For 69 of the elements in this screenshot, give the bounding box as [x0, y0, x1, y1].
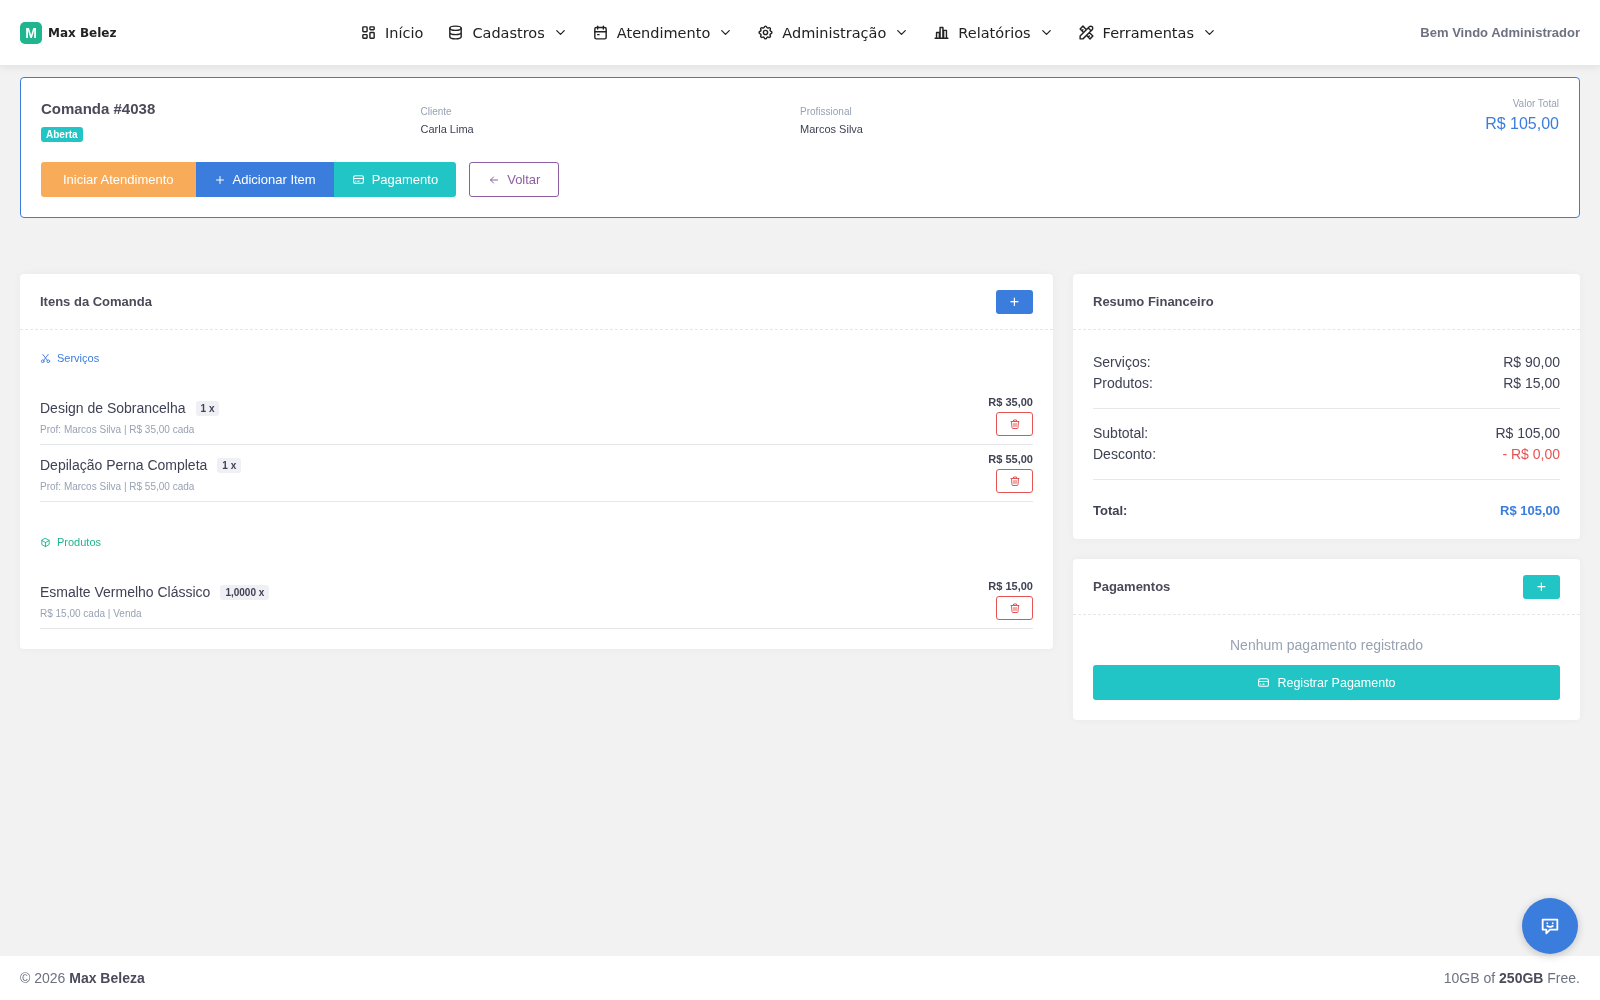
add-item-button[interactable]: +	[996, 289, 1033, 314]
summary-value: R$ 90,00	[1503, 353, 1560, 372]
nav-item[interactable]: Atendimento	[591, 24, 734, 41]
nav-item[interactable]: Administração	[757, 24, 910, 41]
chat-button[interactable]	[1522, 898, 1578, 954]
nav-item[interactable]: Cadastros	[447, 24, 568, 41]
status-badge: Aberta	[41, 127, 83, 142]
credit-card-icon	[351, 173, 365, 186]
professional-label: Profissional	[800, 106, 853, 117]
welcome-text: Bem Vindo Administrador	[1420, 25, 1580, 40]
nav-item[interactable]: Ferramentas	[1077, 24, 1217, 41]
empty-message: Nenhum pagamento registrado	[1229, 636, 1424, 655]
logo[interactable]: M	[20, 21, 42, 44]
trash-icon	[1008, 475, 1021, 487]
item-detail: R$ 15,00 cada | Venda	[40, 608, 143, 619]
quantity-badge: 1 x	[217, 457, 242, 473]
copyright-text: © 2026 Max Beleza	[20, 970, 145, 986]
scissors-icon	[40, 352, 51, 364]
trash-icon	[1008, 602, 1021, 614]
order-title: Comanda #4038	[41, 100, 157, 117]
plus-icon	[213, 173, 226, 186]
item-price: R$ 15,00	[988, 580, 1033, 592]
item-detail: Prof: Marcos Silva | R$ 35,00 cada	[40, 424, 196, 435]
credit-card-icon	[1257, 676, 1271, 689]
box-icon	[40, 536, 51, 548]
tools-icon	[1077, 24, 1095, 41]
calendar-icon	[591, 24, 609, 41]
client-name: Carla Lima	[420, 123, 475, 135]
summary-label: Serviços:	[1093, 353, 1151, 372]
item-detail: Prof: Marcos Silva | R$ 55,00 cada	[40, 481, 196, 492]
card-title: Itens da Comanda	[40, 294, 152, 309]
summary-label: Desconto:	[1093, 445, 1157, 464]
section-title: Serviços	[57, 352, 100, 364]
summary-label: Subtotal:	[1093, 424, 1149, 443]
summary-value: R$ 15,00	[1503, 374, 1560, 393]
add-button[interactable]: Adicionar Item	[195, 162, 334, 197]
card-title: Resumo Financeiro	[1093, 294, 1214, 309]
item-name: Esmalte Vermelho Clássico	[40, 584, 211, 600]
delete-button[interactable]	[996, 596, 1033, 620]
client-label: Cliente	[420, 106, 453, 117]
item-name: Design de Sobrancelha	[40, 400, 186, 416]
grid-icon	[360, 24, 377, 41]
item-name: Depilação Perna Completa	[40, 457, 208, 473]
card-title: Pagamentos	[1093, 579, 1171, 594]
summary-label: Total:	[1093, 502, 1128, 520]
total-value: R$ 105,00	[1484, 115, 1559, 133]
gear-icon	[757, 24, 775, 41]
database-icon	[447, 24, 465, 41]
professional-name: Marcos Silva	[800, 123, 864, 135]
quantity-badge: 1,0000 x	[220, 584, 270, 600]
summary-value: R$ 105,00	[1495, 424, 1560, 443]
bar-chart-icon	[933, 24, 951, 41]
summary-value: R$ 105,00	[1500, 502, 1560, 520]
item-price: R$ 35,00	[988, 396, 1033, 408]
back-button[interactable]: Voltar	[469, 162, 560, 197]
section-title: Produtos	[57, 536, 102, 548]
trash-icon	[1008, 418, 1021, 430]
item-price: R$ 55,00	[988, 453, 1033, 465]
summary-label: Produtos:	[1093, 374, 1153, 393]
quantity-badge: 1 x	[195, 400, 220, 416]
storage-text: 10GB of 250GB Free.	[1443, 970, 1580, 986]
summary-value: - R$ 0,00	[1502, 445, 1560, 464]
delete-button[interactable]	[996, 412, 1033, 436]
arrow-left-icon	[488, 173, 501, 186]
brand-name: Max Belez	[48, 25, 117, 40]
total-label: Valor Total	[1511, 98, 1559, 109]
nav-item[interactable]: Início	[360, 24, 424, 41]
delete-button[interactable]	[996, 469, 1033, 493]
nav-item[interactable]: Relatórios	[933, 24, 1054, 41]
